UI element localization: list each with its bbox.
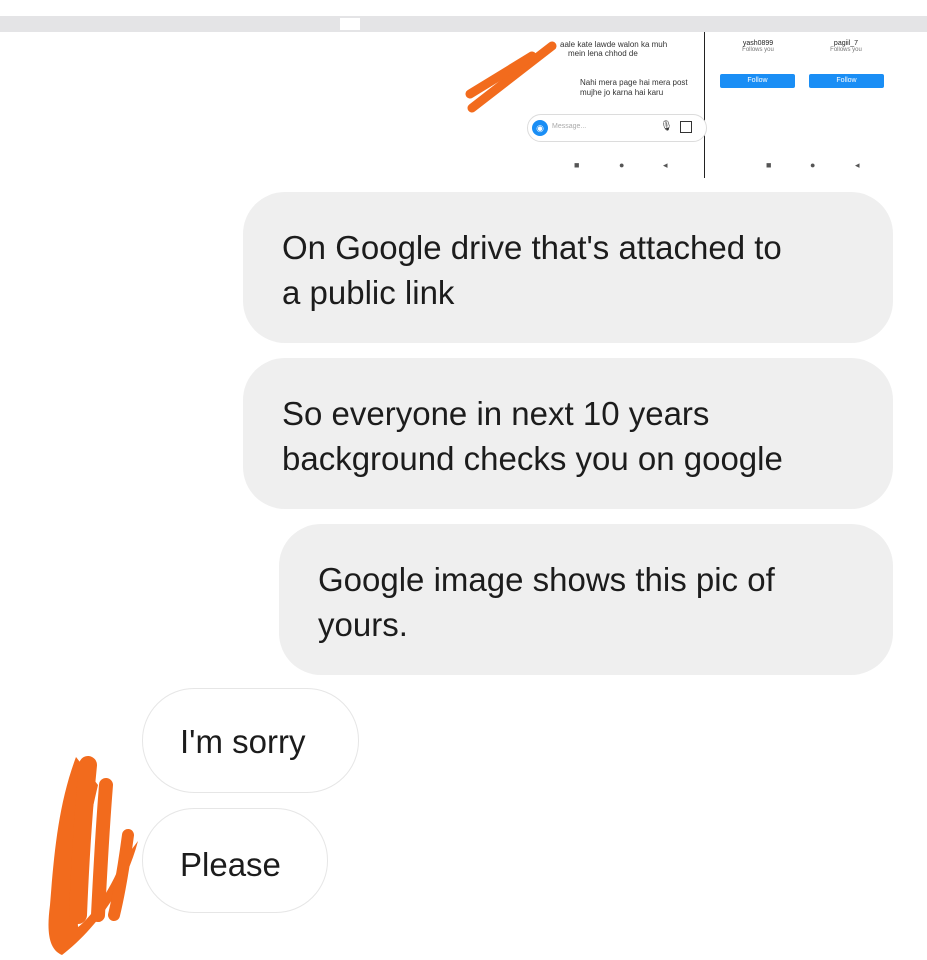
received-message-bubble[interactable]: Please bbox=[142, 808, 328, 913]
embedded-username: yash0899 bbox=[742, 40, 774, 47]
redaction-scribble bbox=[48, 756, 138, 955]
embedded-follow-button: Follow bbox=[720, 74, 795, 88]
top-bar bbox=[0, 16, 927, 32]
nav-circle-icon: ● bbox=[619, 160, 625, 170]
camera-icon: ◉ bbox=[532, 120, 548, 136]
message-text-line: Please bbox=[180, 846, 281, 883]
embedded-chat-line: mein lena chhod de bbox=[568, 49, 638, 58]
embedded-chat-line: mujhe jo karna hai karu bbox=[580, 88, 664, 97]
nav-square-icon: ■ bbox=[574, 160, 580, 170]
embedded-follow-status: Follows you bbox=[830, 47, 862, 53]
message-text-line: background checks you on google bbox=[282, 440, 783, 477]
nav-back-icon: ◂ bbox=[855, 160, 860, 170]
sent-message-bubble[interactable]: So everyone in next 10 years background … bbox=[243, 358, 893, 509]
message-text-line: On Google drive that's attached to bbox=[282, 229, 782, 266]
message-text-line: yours. bbox=[318, 606, 408, 643]
microphone-icon: 🎙 bbox=[660, 121, 673, 132]
embedded-screenshot: aale kate lawde walon ka muh mein lena c… bbox=[0, 32, 927, 182]
embedded-chat-line: Nahi mera page hai mera post bbox=[580, 78, 688, 87]
gallery-icon bbox=[680, 121, 692, 133]
embedded-message-input: ◉ Message... 🎙 bbox=[527, 114, 707, 142]
embedded-follow-button: Follow bbox=[809, 74, 884, 88]
sent-message-bubble[interactable]: Google image shows this pic of yours. bbox=[279, 524, 893, 675]
embedded-user-card: pagiil_7 Follows you bbox=[806, 40, 886, 53]
nav-square-icon: ■ bbox=[766, 160, 772, 170]
nav-circle-icon: ● bbox=[810, 160, 816, 170]
embedded-chat-line: aale kate lawde walon ka muh bbox=[560, 40, 668, 49]
redaction-scribble bbox=[465, 41, 557, 113]
received-message-bubble[interactable]: I'm sorry bbox=[142, 688, 359, 793]
message-placeholder: Message... bbox=[552, 123, 587, 130]
embedded-username: pagiil_7 bbox=[833, 40, 859, 47]
message-text-line: Google image shows this pic of bbox=[318, 561, 775, 598]
sent-message-bubble[interactable]: On Google drive that's attached to a pub… bbox=[243, 192, 893, 343]
embedded-user-card: yash0899 Follows you bbox=[718, 40, 798, 53]
message-text-line: I'm sorry bbox=[180, 723, 306, 760]
nav-back-icon: ◂ bbox=[663, 160, 668, 170]
embedded-follow-status: Follows you bbox=[742, 47, 774, 53]
message-text-line: So everyone in next 10 years bbox=[282, 395, 710, 432]
message-text-line: a public link bbox=[282, 274, 455, 311]
embedded-divider bbox=[704, 32, 705, 178]
top-bar-gap bbox=[340, 18, 360, 30]
